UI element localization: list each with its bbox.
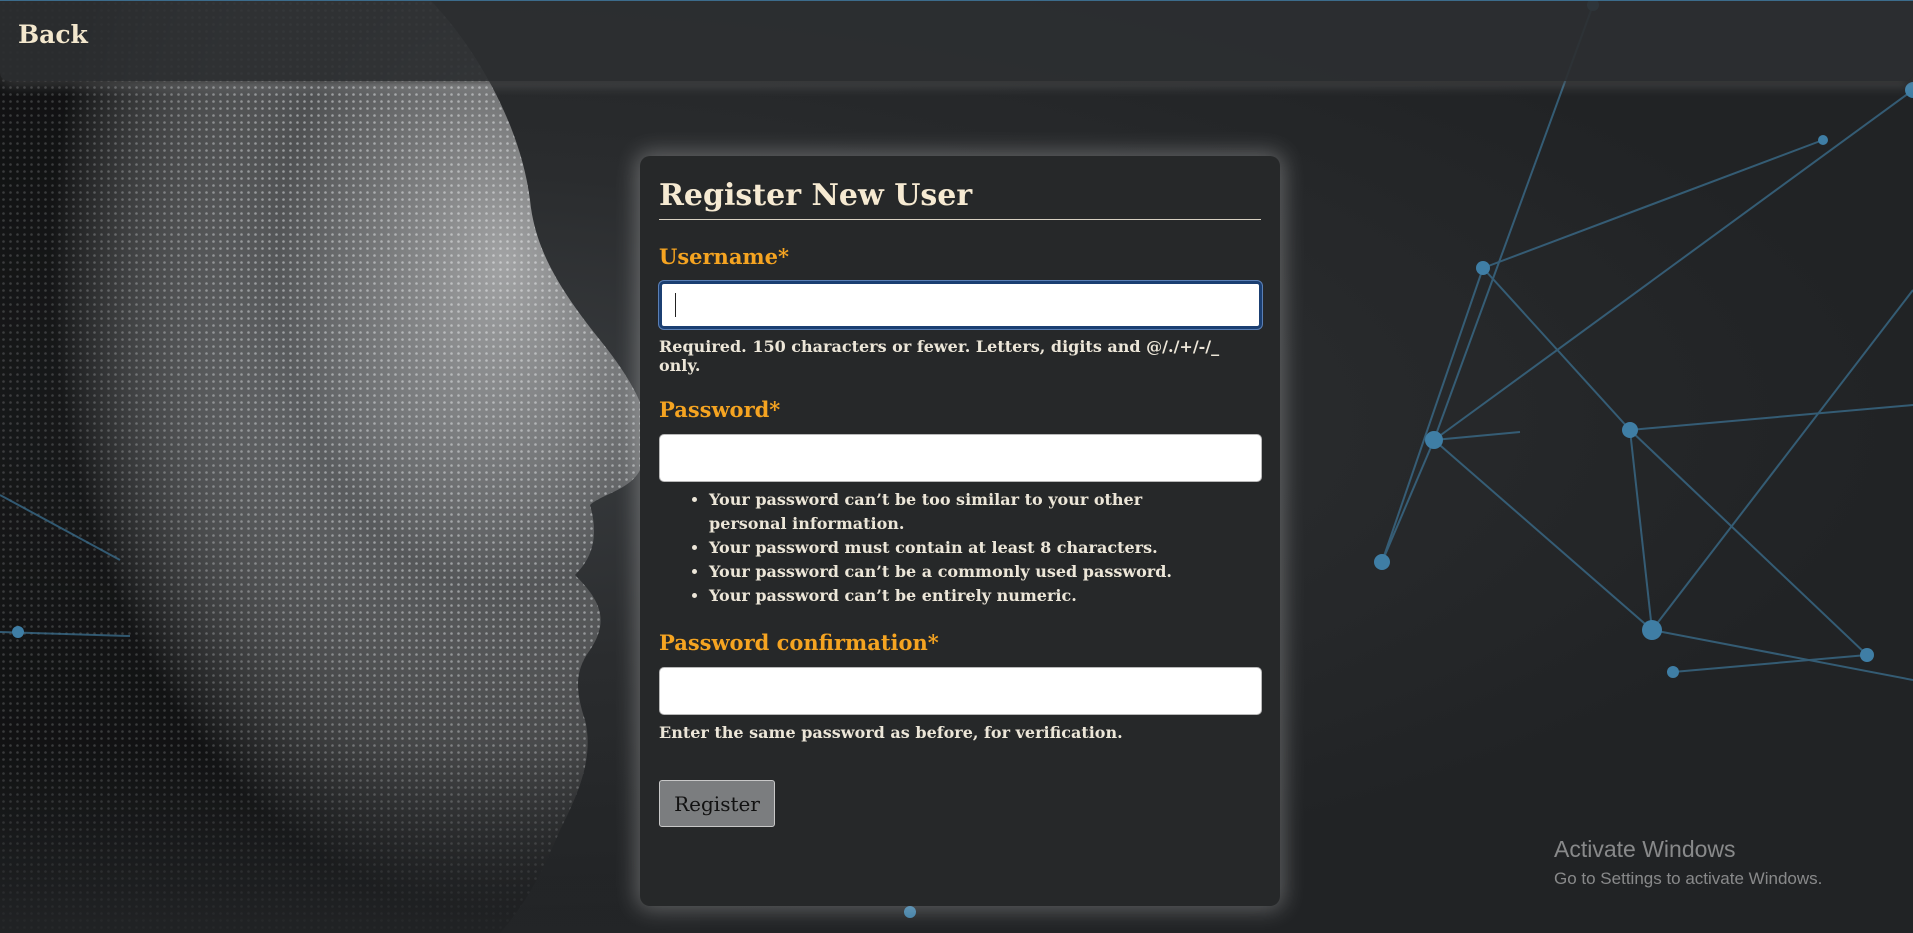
password-confirmation-help-text: Enter the same password as before, for v… [659,723,1123,742]
username-help-text: Required. 150 characters or fewer. Lette… [659,337,1220,375]
password-rule-item: Your password must contain at least 8 ch… [709,536,1261,560]
password-rule-item: Your password can’t be entirely numeric. [709,584,1261,608]
activate-windows-watermark: Activate Windows Go to Settings to activ… [1554,836,1822,889]
top-navbar: Back [0,0,1913,81]
username-input[interactable] [659,281,1262,329]
password-label: Password* [659,397,781,422]
password-input[interactable] [659,434,1262,482]
username-field-wrap [659,281,1262,329]
register-form-card: Register New User Username* Required. 15… [640,156,1280,906]
username-label: Username* [659,244,789,269]
watermark-subtitle: Go to Settings to activate Windows. [1554,869,1823,888]
watermark-title: Activate Windows [1554,836,1736,862]
text-caret [675,293,676,317]
password-confirmation-label: Password confirmation* [659,630,939,655]
back-link[interactable]: Back [18,20,88,49]
password-rules-list: Your password can’t be too similar to yo… [659,488,1261,608]
password-rule-item: Your password can’t be too similar to yo… [709,488,1261,536]
register-button[interactable]: Register [659,780,775,827]
password-rule-item: Your password can’t be a commonly used p… [709,560,1261,584]
page-background: Back Register New User Username* Require… [0,0,1913,933]
form-title: Register New User [659,178,1261,220]
password-confirmation-input[interactable] [659,667,1262,715]
